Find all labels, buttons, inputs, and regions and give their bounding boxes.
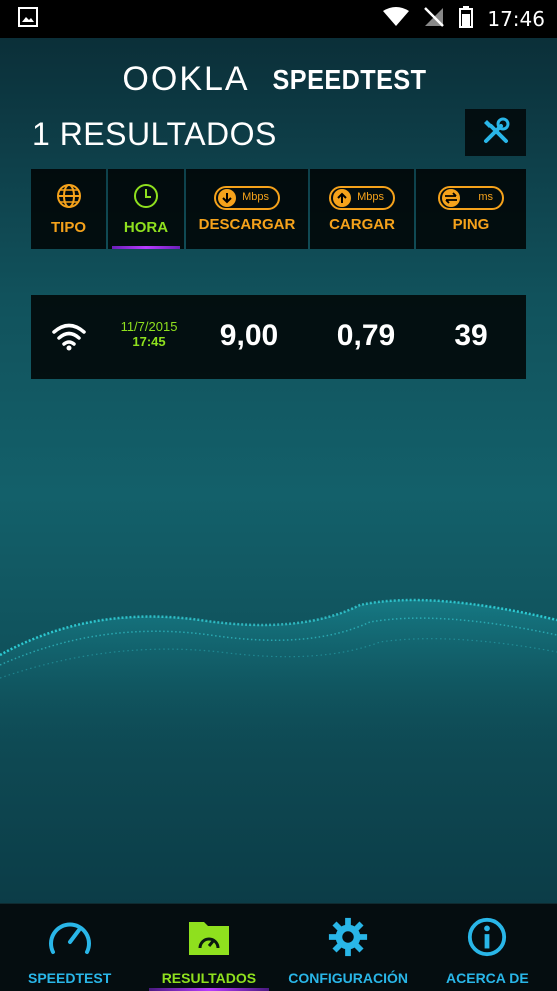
column-tipo[interactable]: TIPO <box>31 169 106 249</box>
status-time: 17:46 <box>487 7 545 31</box>
image-notification-icon <box>18 7 38 31</box>
logo-brand: OOKLA <box>122 60 250 98</box>
bottom-navigation: SPEEDTEST RESULTADOS CONFIGURACIÓN ACERC… <box>0 903 557 991</box>
globe-icon <box>56 183 82 213</box>
wifi-icon <box>51 321 87 355</box>
battery-icon <box>459 6 474 32</box>
result-row[interactable]: 11/7/2015 17:45 9,00 0,79 39 <box>31 295 526 379</box>
column-label: DESCARGAR <box>198 215 296 233</box>
ping-icon: ms <box>438 185 504 210</box>
results-folder-icon <box>186 916 232 962</box>
speedometer-icon <box>47 916 93 962</box>
info-icon <box>465 916 509 962</box>
column-label: HORA <box>123 218 169 236</box>
sort-column-bar: TIPO HORA Mbps DESCARGAR Mbps CARGAR ms … <box>31 169 526 249</box>
result-download: 9,00 <box>219 319 279 352</box>
column-cargar[interactable]: Mbps CARGAR <box>310 169 414 249</box>
column-ping[interactable]: ms PING <box>416 169 526 249</box>
result-time: 17:45 <box>132 334 166 349</box>
clock-icon <box>133 183 159 213</box>
unit-label: Mbps <box>242 190 269 203</box>
edit-results-button[interactable] <box>465 109 526 156</box>
column-descargar[interactable]: Mbps DESCARGAR <box>186 169 308 249</box>
column-hora[interactable]: HORA <box>108 169 184 249</box>
logo-product: SPEEDTEST <box>272 63 427 95</box>
column-label: PING <box>452 215 490 233</box>
app-logo: OOKLA SPEEDTEST <box>0 60 557 99</box>
nav-acerca-de[interactable]: ACERCA DE <box>418 904 557 991</box>
no-signal-icon <box>423 6 445 32</box>
nav-label: SPEEDTEST <box>28 970 112 986</box>
unit-label: ms <box>478 190 493 203</box>
nav-resultados[interactable]: RESULTADOS <box>139 904 278 991</box>
wifi-status-icon <box>383 7 410 31</box>
nav-label: CONFIGURACIÓN <box>288 970 409 986</box>
upload-icon: Mbps <box>329 185 395 210</box>
tools-icon <box>481 116 511 150</box>
nav-configuracion[interactable]: CONFIGURACIÓN <box>279 904 418 991</box>
status-bar: 17:46 <box>0 0 557 38</box>
column-label: CARGAR <box>329 215 395 233</box>
result-date: 11/7/2015 <box>120 319 178 334</box>
nav-label: RESULTADOS <box>161 970 257 986</box>
nav-label: ACERCA DE <box>446 970 529 986</box>
gear-icon <box>326 916 370 962</box>
nav-speedtest[interactable]: SPEEDTEST <box>0 904 139 991</box>
result-upload: 0,79 <box>336 319 396 352</box>
page-title: 1 RESULTADOS <box>32 116 277 152</box>
column-label: TIPO <box>50 218 86 236</box>
result-ping: 39 <box>454 319 488 352</box>
download-icon: Mbps <box>214 185 280 210</box>
unit-label: Mbps <box>357 190 384 203</box>
background-wave <box>0 598 557 760</box>
result-datetime: 11/7/2015 17:45 <box>113 319 185 349</box>
